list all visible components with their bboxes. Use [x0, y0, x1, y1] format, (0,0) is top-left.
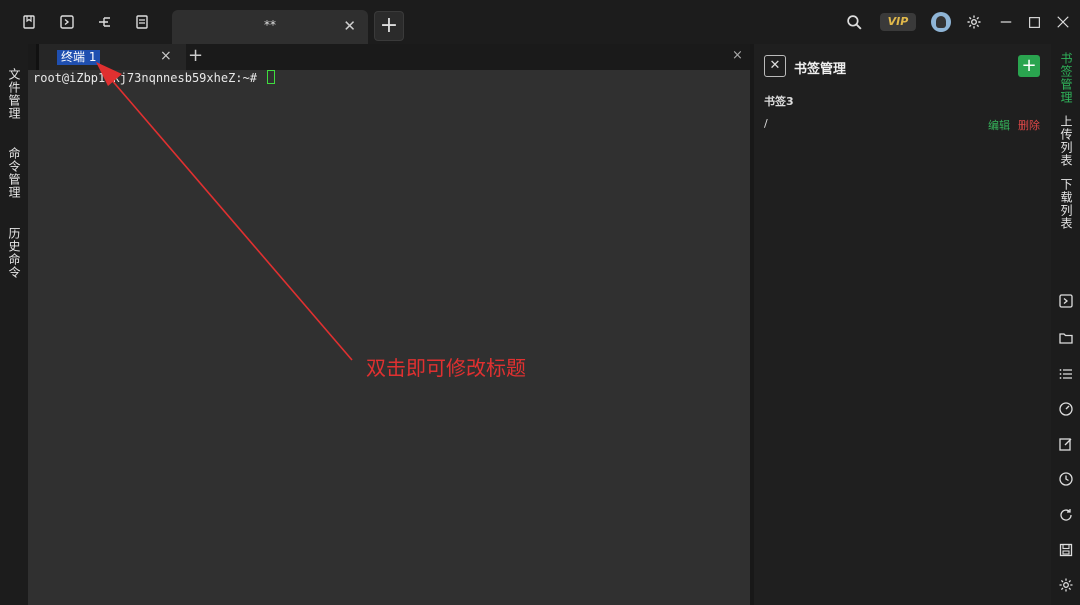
terminal-icon[interactable]	[1058, 293, 1074, 309]
maximize-icon[interactable]	[1023, 11, 1045, 33]
sidebar-item-command-history[interactable]: 历史命令	[6, 227, 23, 279]
terminal-tab-label[interactable]: 终端 1	[57, 50, 101, 65]
terminal-prompt: root@iZbp1skj73nqnnesb59xheZ:~#	[33, 70, 276, 85]
terminal-icon[interactable]	[55, 10, 79, 34]
settings-gear-icon[interactable]	[963, 11, 985, 33]
settings-icon[interactable]	[1058, 577, 1074, 593]
close-pane-button[interactable]: ×	[732, 48, 743, 63]
session-tab[interactable]: ** ✕	[172, 10, 368, 44]
refresh-icon[interactable]	[1058, 507, 1074, 523]
tab-download-list[interactable]: 下载列表	[1058, 178, 1075, 230]
close-window-icon[interactable]	[1052, 11, 1074, 33]
terminal-cursor	[267, 70, 276, 84]
tab-upload-list[interactable]: 上传列表	[1058, 115, 1075, 167]
bookmark-delete-button[interactable]: 删除	[1018, 117, 1040, 133]
folder-icon[interactable]	[1058, 330, 1074, 346]
history-icon[interactable]	[1058, 471, 1074, 487]
minimize-icon[interactable]	[995, 11, 1017, 33]
add-bookmark-button[interactable]: +	[1018, 55, 1040, 77]
sftp-tree-icon[interactable]	[93, 10, 117, 34]
prompt-text: root@iZbp1skj73nqnnesb59xheZ:~#	[33, 71, 265, 85]
sidebar-item-file-manager[interactable]: 文件管理	[6, 68, 23, 120]
tab-bookmark-manager[interactable]: 书签管理	[1058, 52, 1075, 104]
add-terminal-tab-button[interactable]: +	[188, 45, 203, 66]
list-icon[interactable]	[1058, 366, 1074, 382]
left-sidebar: 文件管理 命令管理 历史命令	[0, 44, 28, 605]
terminal-tab-bar: 终端 1 × + ×	[28, 44, 750, 70]
vip-badge[interactable]: VIP	[880, 11, 916, 33]
new-session-button[interactable]: +	[374, 11, 404, 41]
annotation-text: 双击即可修改标题	[366, 356, 526, 380]
vip-label: VIP	[880, 13, 916, 31]
avatar-image	[931, 12, 951, 32]
terminal-tab-close-button[interactable]: ×	[160, 48, 178, 64]
bookmark-icon[interactable]	[17, 10, 41, 34]
title-bar: ** ✕ + VIP	[0, 0, 1080, 44]
search-icon[interactable]	[843, 11, 865, 33]
save-icon[interactable]	[1058, 542, 1074, 558]
terminal-output[interactable]: root@iZbp1skj73nqnnesb59xheZ:~# 双击即可修改标题	[28, 70, 750, 605]
session-tab-close-button[interactable]: ✕	[343, 17, 356, 35]
edit-icon[interactable]	[1058, 436, 1074, 452]
sidebar-item-command-manager[interactable]: 命令管理	[6, 147, 23, 199]
server-list-icon[interactable]	[130, 10, 154, 34]
bookmark-panel-title: 书签管理	[794, 62, 847, 77]
bookmark-group-name: 书签3	[764, 95, 794, 108]
bookmark-edit-button[interactable]: 编辑	[988, 117, 1010, 133]
right-sidebar: 书签管理 上传列表 下载列表	[1051, 44, 1080, 605]
avatar[interactable]	[930, 11, 952, 33]
gauge-icon[interactable]	[1058, 401, 1074, 417]
bookmark-panel: ✕ 书签管理 + 书签3 / 编辑 删除	[754, 44, 1051, 605]
bookmark-panel-close-button[interactable]: ✕	[764, 55, 786, 77]
bookmark-path[interactable]: /	[764, 117, 768, 130]
session-tab-title: **	[264, 18, 276, 32]
